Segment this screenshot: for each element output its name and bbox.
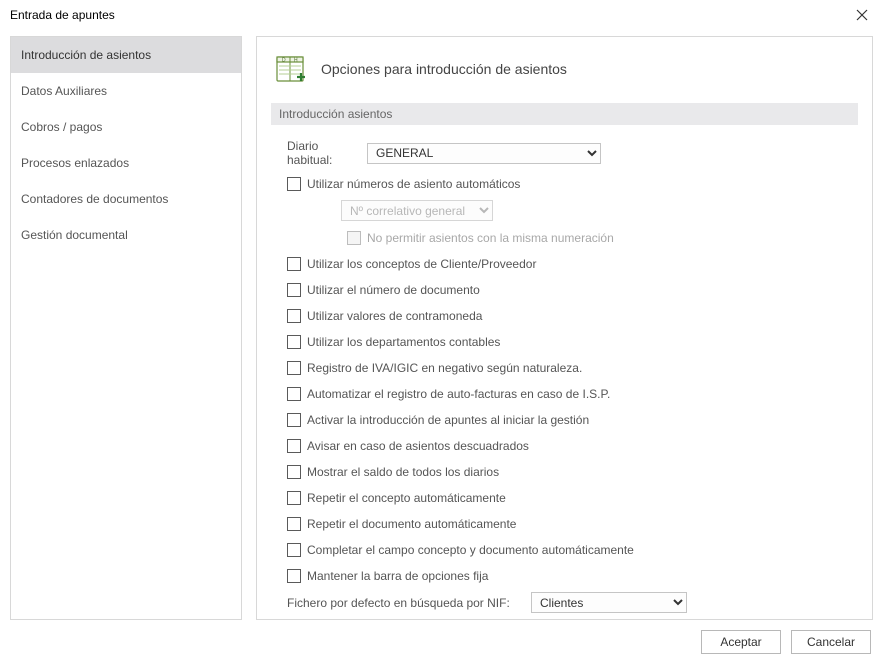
footer: Aceptar Cancelar	[0, 620, 883, 654]
chk-numero-documento[interactable]	[287, 283, 301, 297]
diario-label: Diario habitual:	[287, 139, 367, 167]
row-check-5: Automatizar el registro de auto-facturas…	[287, 384, 854, 404]
chk-iva-igic[interactable]	[287, 361, 301, 375]
sidebar-item-label: Contadores de documentos	[21, 192, 168, 206]
chk-completar-campo[interactable]	[287, 543, 301, 557]
row-check-7: Avisar en caso de asientos descuadrados	[287, 436, 854, 456]
chk-barra-opciones[interactable]	[287, 569, 301, 583]
nif-select[interactable]: Clientes	[531, 592, 687, 613]
row-check-2: Utilizar valores de contramoneda	[287, 306, 854, 326]
chk-no-permitir	[347, 231, 361, 245]
sidebar-item-procesos-enlazados[interactable]: Procesos enlazados	[11, 145, 241, 181]
close-icon	[856, 9, 868, 21]
ledger-plus-icon: D H	[276, 54, 308, 84]
row-check-4: Registro de IVA/IGIC en negativo según n…	[287, 358, 854, 378]
section-header-label: Introducción asientos	[279, 107, 392, 121]
sidebar-item-label: Cobros / pagos	[21, 120, 102, 134]
cancel-button[interactable]: Cancelar	[791, 630, 871, 654]
chk-label: Utilizar los departamentos contables	[307, 335, 500, 349]
row-check-0: Utilizar los conceptos de Cliente/Provee…	[287, 254, 854, 274]
sidebar-item-label: Datos Auxiliares	[21, 84, 107, 98]
chk-contramoneda[interactable]	[287, 309, 301, 323]
chk-autofacturas[interactable]	[287, 387, 301, 401]
chk-label: Completar el campo concepto y documento …	[307, 543, 634, 557]
panel-title: Opciones para introducción de asientos	[321, 61, 567, 77]
panel-header: D H Opciones para introducción de asient…	[271, 53, 858, 85]
section-header: Introducción asientos	[271, 103, 858, 125]
chk-label: Mostrar el saldo de todos los diarios	[307, 465, 499, 479]
chk-activar-apuntes[interactable]	[287, 413, 301, 427]
content-area: Introducción de asientos Datos Auxiliare…	[0, 30, 883, 620]
sidebar-item-contadores[interactable]: Contadores de documentos	[11, 181, 241, 217]
chk-label: Utilizar el número de documento	[307, 283, 480, 297]
svg-text:D: D	[282, 58, 286, 64]
row-check-10: Repetir el documento automáticamente	[287, 514, 854, 534]
svg-text:H: H	[294, 58, 298, 64]
chk-auto-num[interactable]	[287, 177, 301, 191]
sidebar-item-datos-auxiliares[interactable]: Datos Auxiliares	[11, 73, 241, 109]
chk-no-permitir-label: No permitir asientos con la misma numera…	[367, 231, 614, 245]
row-diario: Diario habitual: GENERAL	[287, 139, 854, 167]
chk-repetir-concepto[interactable]	[287, 491, 301, 505]
row-check-12: Mantener la barra de opciones fija	[287, 566, 854, 586]
row-check-3: Utilizar los departamentos contables	[287, 332, 854, 352]
row-correlativo: Nº correlativo general	[287, 200, 854, 221]
accept-button[interactable]: Aceptar	[701, 630, 781, 654]
chk-label: Repetir el documento automáticamente	[307, 517, 516, 531]
sidebar-item-cobros-pagos[interactable]: Cobros / pagos	[11, 109, 241, 145]
row-nif: Fichero por defecto en búsqueda por NIF:…	[287, 592, 854, 613]
row-no-permitir: No permitir asientos con la misma numera…	[287, 228, 854, 248]
form-area: Diario habitual: GENERAL Utilizar número…	[271, 139, 858, 620]
row-check-8: Mostrar el saldo de todos los diarios	[287, 462, 854, 482]
sidebar-item-label: Procesos enlazados	[21, 156, 129, 170]
chk-repetir-documento[interactable]	[287, 517, 301, 531]
sidebar-item-label: Gestión documental	[21, 228, 128, 242]
titlebar: Entrada de apuntes	[0, 0, 883, 30]
nif-label: Fichero por defecto en búsqueda por NIF:	[287, 596, 531, 610]
chk-label: Activar la introducción de apuntes al in…	[307, 413, 589, 427]
main-panel: D H Opciones para introducción de asient…	[256, 36, 873, 620]
chk-cliente-proveedor[interactable]	[287, 257, 301, 271]
close-button[interactable]	[849, 2, 875, 28]
sidebar-item-introduccion[interactable]: Introducción de asientos	[11, 37, 241, 73]
panel-icon: D H	[275, 53, 309, 85]
row-check-1: Utilizar el número de documento	[287, 280, 854, 300]
sidebar-item-label: Introducción de asientos	[21, 48, 151, 62]
row-check-9: Repetir el concepto automáticamente	[287, 488, 854, 508]
chk-label: Avisar en caso de asientos descuadrados	[307, 439, 529, 453]
chk-label: Automatizar el registro de auto-facturas…	[307, 387, 610, 401]
row-auto-num: Utilizar números de asiento automáticos	[287, 174, 854, 194]
chk-label: Utilizar valores de contramoneda	[307, 309, 482, 323]
window-title: Entrada de apuntes	[10, 8, 115, 22]
chk-departamentos[interactable]	[287, 335, 301, 349]
chk-label: Repetir el concepto automáticamente	[307, 491, 506, 505]
diario-select[interactable]: GENERAL	[367, 143, 601, 164]
chk-label: Registro de IVA/IGIC en negativo según n…	[307, 361, 582, 375]
row-check-11: Completar el campo concepto y documento …	[287, 540, 854, 560]
chk-auto-num-label: Utilizar números de asiento automáticos	[307, 177, 520, 191]
row-check-6: Activar la introducción de apuntes al in…	[287, 410, 854, 430]
sidebar-item-gestion-documental[interactable]: Gestión documental	[11, 217, 241, 253]
chk-label: Utilizar los conceptos de Cliente/Provee…	[307, 257, 536, 271]
sidebar: Introducción de asientos Datos Auxiliare…	[10, 36, 242, 620]
correlativo-select: Nº correlativo general	[341, 200, 493, 221]
chk-label: Mantener la barra de opciones fija	[307, 569, 488, 583]
chk-mostrar-saldo[interactable]	[287, 465, 301, 479]
chk-avisar-descuadrados[interactable]	[287, 439, 301, 453]
